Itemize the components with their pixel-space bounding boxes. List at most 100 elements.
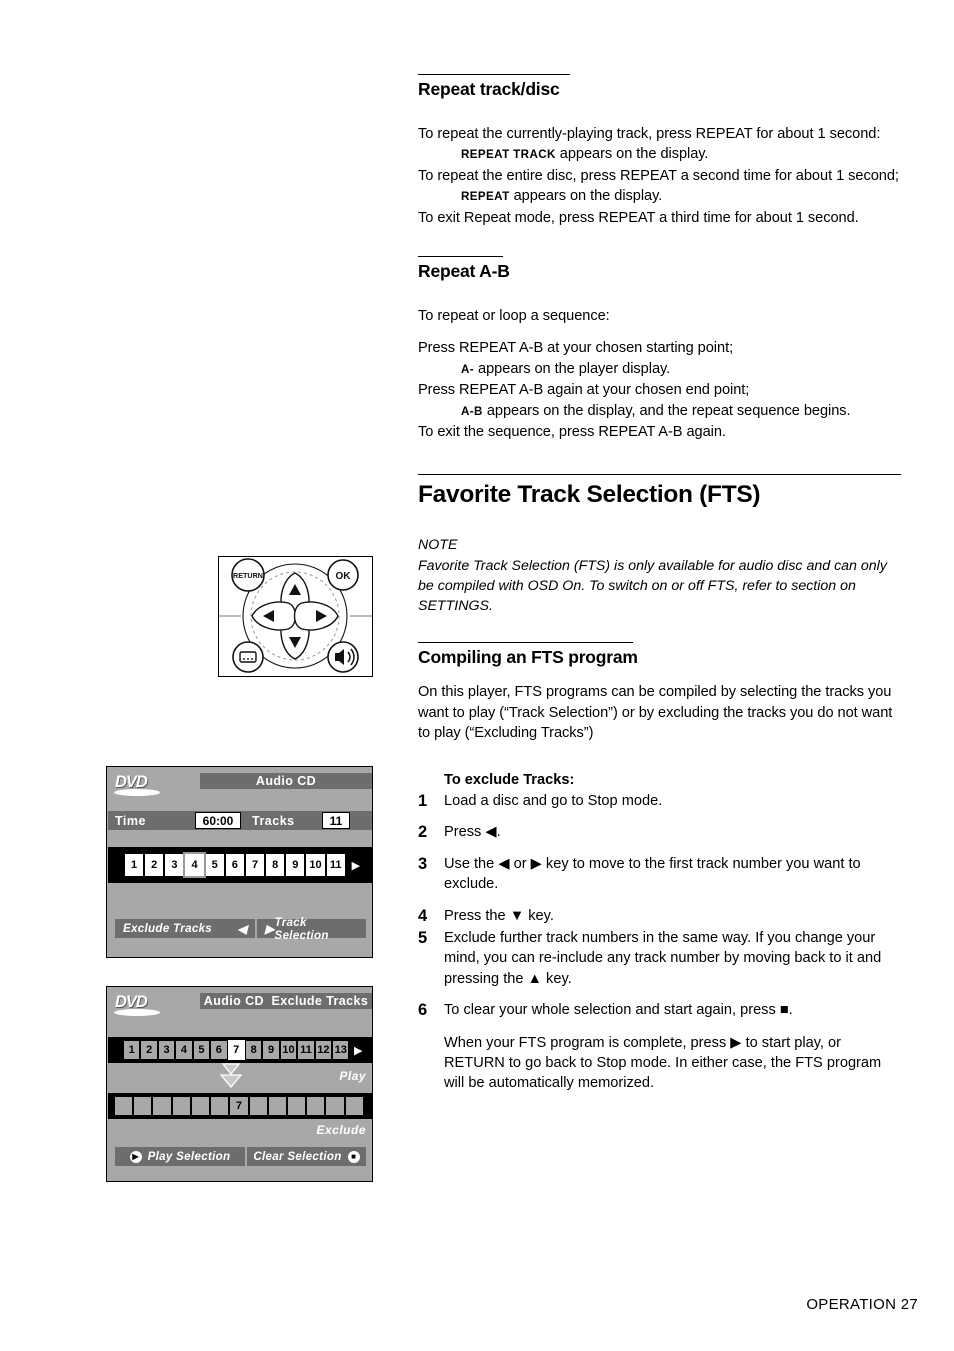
ok-button[interactable]: OK (327, 559, 359, 591)
osd1-tracks-label: Tracks (252, 814, 295, 828)
exclude-cell-empty[interactable] (153, 1097, 171, 1115)
track-cell-6[interactable]: 6 (225, 854, 244, 876)
track-cell-11[interactable]: 11 (298, 1041, 314, 1059)
repeat-track-paragraph: To repeat the currently-playing track, p… (418, 124, 901, 228)
exclude-cell-empty[interactable] (307, 1097, 325, 1115)
track-cell-1[interactable]: 1 (125, 854, 144, 876)
stop-circle-icon: ■ (347, 1150, 360, 1163)
osd-screen-track-selection: DVD Audio CD Time 60:00 Tracks 11 123456… (106, 766, 373, 958)
section-rule-fts (418, 474, 901, 476)
step-number: 6 (418, 1001, 428, 1020)
track-cell-6[interactable]: 6 (211, 1041, 227, 1059)
track-cell-13[interactable]: 13 (333, 1041, 349, 1059)
track-cell-8[interactable]: 8 (266, 854, 285, 876)
step-text: Use the ◀ or ▶ key to move to the first … (444, 855, 861, 893)
step-item: 1 Load a disc and go to Stop mode. (418, 791, 901, 811)
exclude-cell-empty[interactable] (345, 1097, 363, 1115)
track-cell-10[interactable]: 10 (280, 1041, 297, 1059)
repeat-ab-line-2: Press REPEAT A-B at your chosen starting… (418, 340, 734, 357)
exclude-cell-empty[interactable] (115, 1097, 133, 1115)
exclude-cell-empty[interactable] (287, 1097, 306, 1115)
repeat-track-caps: REPEAT TRACK (461, 148, 556, 162)
track-selection-button[interactable]: ▶ Track Selection (257, 916, 366, 942)
dvd-logo-ellipse (114, 1009, 160, 1016)
repeat-track-line-4: REPEAT appears on the display. (418, 186, 901, 207)
repeat-ab-line-5: A-B appears on the display, and the repe… (418, 401, 901, 422)
osd2-exclude-label: Exclude (316, 1123, 366, 1137)
osd-screen-exclude-tracks: DVD Audio CD Exclude Tracks 1 2 3 4 5 6 7 8 9 10 1… (106, 986, 373, 1182)
track-cell-5[interactable]: 5 (193, 1041, 210, 1059)
osd2-action-bar: ▶ Play Selection Clear Selection ■ (115, 1147, 366, 1166)
track-cell-9[interactable]: 9 (263, 1041, 279, 1059)
exclude-cell-empty[interactable] (172, 1097, 190, 1115)
track-cell-10[interactable]: 10 (306, 854, 325, 876)
track-cell-4[interactable]: 4 (176, 1041, 192, 1059)
play-arrow-icon[interactable]: ▶ (347, 859, 365, 872)
osd2-mode-title: Exclude Tracks (271, 994, 369, 1008)
track-cell-9[interactable]: 9 (286, 854, 305, 876)
step-item: 4 Press the ▼ key. (418, 906, 901, 926)
track-cell-8[interactable]: 8 (245, 1041, 262, 1059)
exclude-cell-7[interactable]: 7 (230, 1097, 248, 1115)
exclude-cell-empty[interactable] (268, 1097, 286, 1115)
repeat-ab-a-caps: A- (461, 362, 475, 376)
step-text: To clear your whole selection and start … (444, 1002, 793, 1019)
repeat-ab-line-3-rest: appears on the player display. (474, 360, 671, 377)
repeat-track-line-2-rest: appears on the display. (555, 146, 709, 163)
track-cell-3[interactable]: 3 (158, 1041, 175, 1059)
section-rule-compiling (418, 642, 633, 644)
return-button[interactable]: RETURN (231, 558, 265, 592)
osd2-title: Audio CD (203, 994, 264, 1008)
subtitle-button-icon[interactable] (232, 641, 264, 673)
track-cell-2[interactable]: 2 (145, 854, 164, 876)
exclude-cell-empty[interactable] (326, 1097, 344, 1115)
exclude-cell-empty[interactable] (249, 1097, 267, 1115)
exclude-tracks-button[interactable]: Exclude Tracks ◀ (115, 919, 255, 938)
remote-control-diagram: RETURN OK (219, 558, 372, 673)
step-text: Press ◀. (444, 824, 501, 841)
repeat-track-line-3: To repeat the entire disc, press REPEAT … (418, 167, 899, 184)
clear-selection-label: Clear Selection (253, 1150, 342, 1163)
exclude-cell-empty[interactable] (211, 1097, 229, 1115)
step-number: 3 (418, 854, 428, 873)
osd1-title: Audio CD (255, 774, 317, 788)
repeat-ab-line-3: A- appears on the player display. (418, 359, 901, 380)
track-cell-5[interactable]: 5 (205, 854, 224, 876)
track-cell-2[interactable]: 2 (141, 1041, 157, 1059)
osd2-track-list[interactable]: 1 2 3 4 5 6 7 8 9 10 11 12 13 ▶ (124, 1040, 366, 1060)
heading-compiling-fts: Compiling an FTS program (418, 647, 638, 668)
remote-control-figure: RETURN OK (218, 556, 373, 677)
exclude-cell-empty[interactable] (134, 1097, 152, 1115)
step-item: 3 Use the ◀ or ▶ key to move to the firs… (418, 854, 901, 895)
track-cell-7[interactable]: 7 (245, 854, 265, 876)
play-selection-button[interactable]: ▶ Play Selection (115, 1147, 245, 1166)
left-arrow-icon[interactable] (251, 601, 297, 631)
step-number: 4 (418, 906, 428, 925)
step-item: 6 To clear your whole selection and star… (418, 1000, 901, 1020)
track-cell-1[interactable]: 1 (124, 1041, 140, 1059)
heading-fts: Favorite Track Selection (FTS) (418, 481, 761, 509)
osd1-time-value: 60:00 (195, 812, 241, 829)
track-cell-12[interactable]: 12 (315, 1041, 332, 1059)
track-cell-3[interactable]: 3 (165, 854, 184, 876)
track-cell-11[interactable]: 11 (326, 854, 345, 876)
play-arrow-icon[interactable]: ▶ (350, 1044, 365, 1057)
repeat-track-line-4-rest: appears on the display. (509, 188, 663, 205)
manual-page: Repeat track/disc To repeat the currentl… (0, 0, 954, 1351)
svg-text:RETURN: RETURN (233, 571, 263, 580)
step-text: Exclude further track numbers in the sam… (444, 929, 882, 987)
right-arrow-icon: ▶ (265, 921, 275, 936)
clear-selection-button[interactable]: Clear Selection ■ (247, 1147, 366, 1166)
track-cell-4[interactable]: 4 (183, 852, 206, 878)
exclude-cell-empty[interactable] (191, 1097, 210, 1115)
osd2-title-bar: Audio CD Exclude Tracks (200, 993, 372, 1009)
track-cell-7[interactable]: 7 (227, 1040, 245, 1060)
steps-closing-paragraph: When your FTS program is complete, press… (444, 1034, 882, 1092)
step-number: 1 (418, 791, 428, 810)
right-arrow-icon[interactable] (293, 601, 339, 631)
audio-button-icon[interactable] (327, 641, 359, 673)
osd2-exclude-list[interactable]: 7 (115, 1096, 365, 1116)
osd1-track-list[interactable]: 1 2 3 4 5 6 7 8 9 10 11 ▶ (125, 852, 365, 878)
step-number: 5 (418, 928, 428, 947)
repeat-caps: REPEAT (461, 190, 510, 204)
